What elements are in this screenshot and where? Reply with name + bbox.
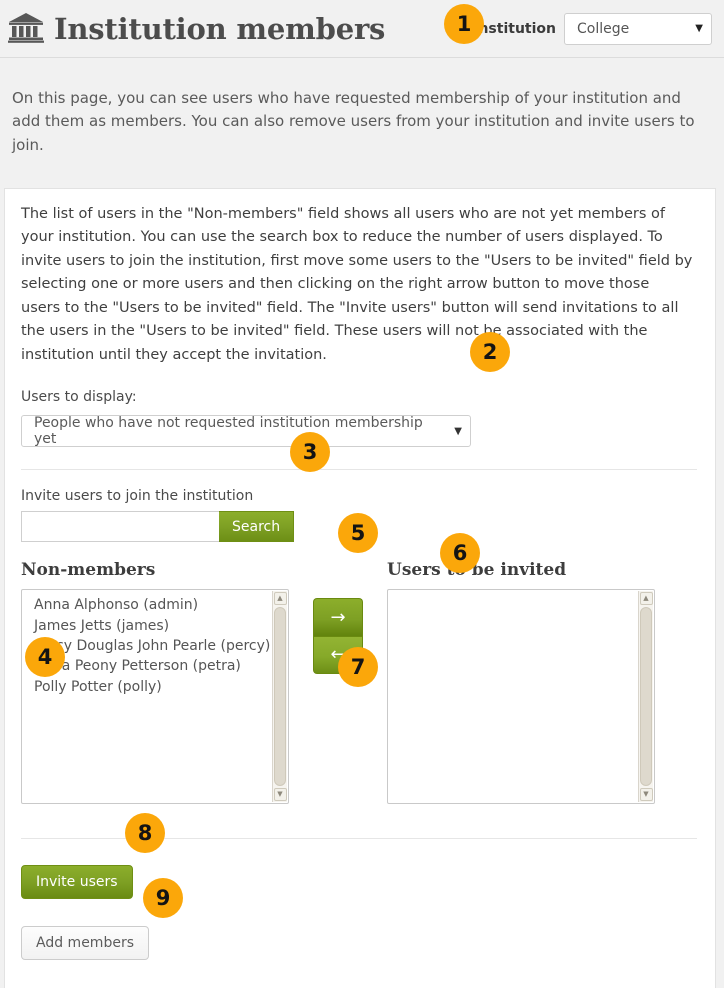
add-members-button[interactable]: Add members: [21, 926, 149, 961]
move-right-button[interactable]: →: [313, 598, 363, 637]
scroll-down-icon[interactable]: ▼: [273, 788, 287, 802]
list-item[interactable]: Anna Alphonso (admin): [34, 595, 288, 615]
title-group: Institution members: [8, 11, 385, 47]
invited-users-heading: Users to be invited: [387, 560, 567, 581]
institution-select-value: College: [577, 20, 630, 37]
page-title: Institution members: [54, 11, 386, 46]
divider: [21, 469, 697, 471]
institution-selector-group: Institution College ▼: [433, 12, 712, 45]
scroll-down-icon[interactable]: ▼: [639, 788, 653, 802]
bank-institution-icon: [8, 11, 44, 47]
list-item[interactable]: Percy Douglas John Pearle (percy): [34, 636, 288, 656]
users-to-display-select[interactable]: People who have not requested institutio…: [21, 415, 471, 448]
transfer-buttons-column: → ←: [289, 560, 387, 804]
list-item[interactable]: Petra Peony Petterson (petra): [34, 656, 288, 676]
page-header: Institution members Institution College …: [0, 0, 724, 58]
scroll-up-icon[interactable]: ▲: [639, 592, 653, 606]
scrollbar-thumb[interactable]: [640, 607, 652, 787]
non-members-listbox[interactable]: Anna Alphonso (admin) James Jetts (james…: [21, 589, 289, 805]
non-members-column: Non-members Anna Alphonso (admin) James …: [21, 560, 289, 805]
users-to-display-value: People who have not requested institutio…: [34, 415, 423, 448]
list-item[interactable]: James Jetts (james): [34, 616, 288, 636]
invite-users-button[interactable]: Invite users: [21, 865, 133, 900]
panel-description-text: The list of users in the "Non-members" f…: [21, 205, 693, 363]
institution-select[interactable]: College ▼: [564, 12, 712, 45]
search-button[interactable]: Search: [219, 511, 295, 543]
institution-label: Institution: [473, 20, 556, 37]
chevron-down-icon: ▼: [454, 425, 462, 437]
non-members-scrollbar[interactable]: ▲ ▼: [272, 591, 287, 803]
users-to-display-label: Users to display:: [21, 389, 137, 406]
invite-users-row: Invite users: [21, 865, 697, 900]
non-members-heading: Non-members: [21, 560, 156, 581]
invited-users-column: Users to be invited ▲ ▼: [387, 560, 655, 805]
chevron-down-icon: ▼: [695, 23, 703, 34]
search-row: Search: [21, 511, 697, 543]
add-members-row: Add members: [21, 926, 697, 961]
search-input[interactable]: [21, 511, 219, 543]
non-members-options[interactable]: Anna Alphonso (admin) James Jetts (james…: [34, 595, 288, 697]
divider: [21, 838, 697, 840]
invite-users-label: Invite users to join the institution: [21, 488, 254, 505]
page-intro-text: On this page, you can see users who have…: [12, 89, 695, 154]
scrollbar-thumb[interactable]: [274, 607, 286, 787]
invited-users-scrollbar[interactable]: ▲ ▼: [638, 591, 653, 803]
move-left-button[interactable]: ←: [313, 636, 363, 675]
arrow-stack: → ←: [313, 598, 363, 675]
dual-list-area: Non-members Anna Alphonso (admin) James …: [21, 560, 697, 805]
scroll-up-icon[interactable]: ▲: [273, 592, 287, 606]
invited-users-listbox[interactable]: ▲ ▼: [387, 589, 655, 805]
main-panel: The list of users in the "Non-members" f…: [4, 187, 716, 988]
list-item[interactable]: Polly Potter (polly): [34, 677, 288, 697]
